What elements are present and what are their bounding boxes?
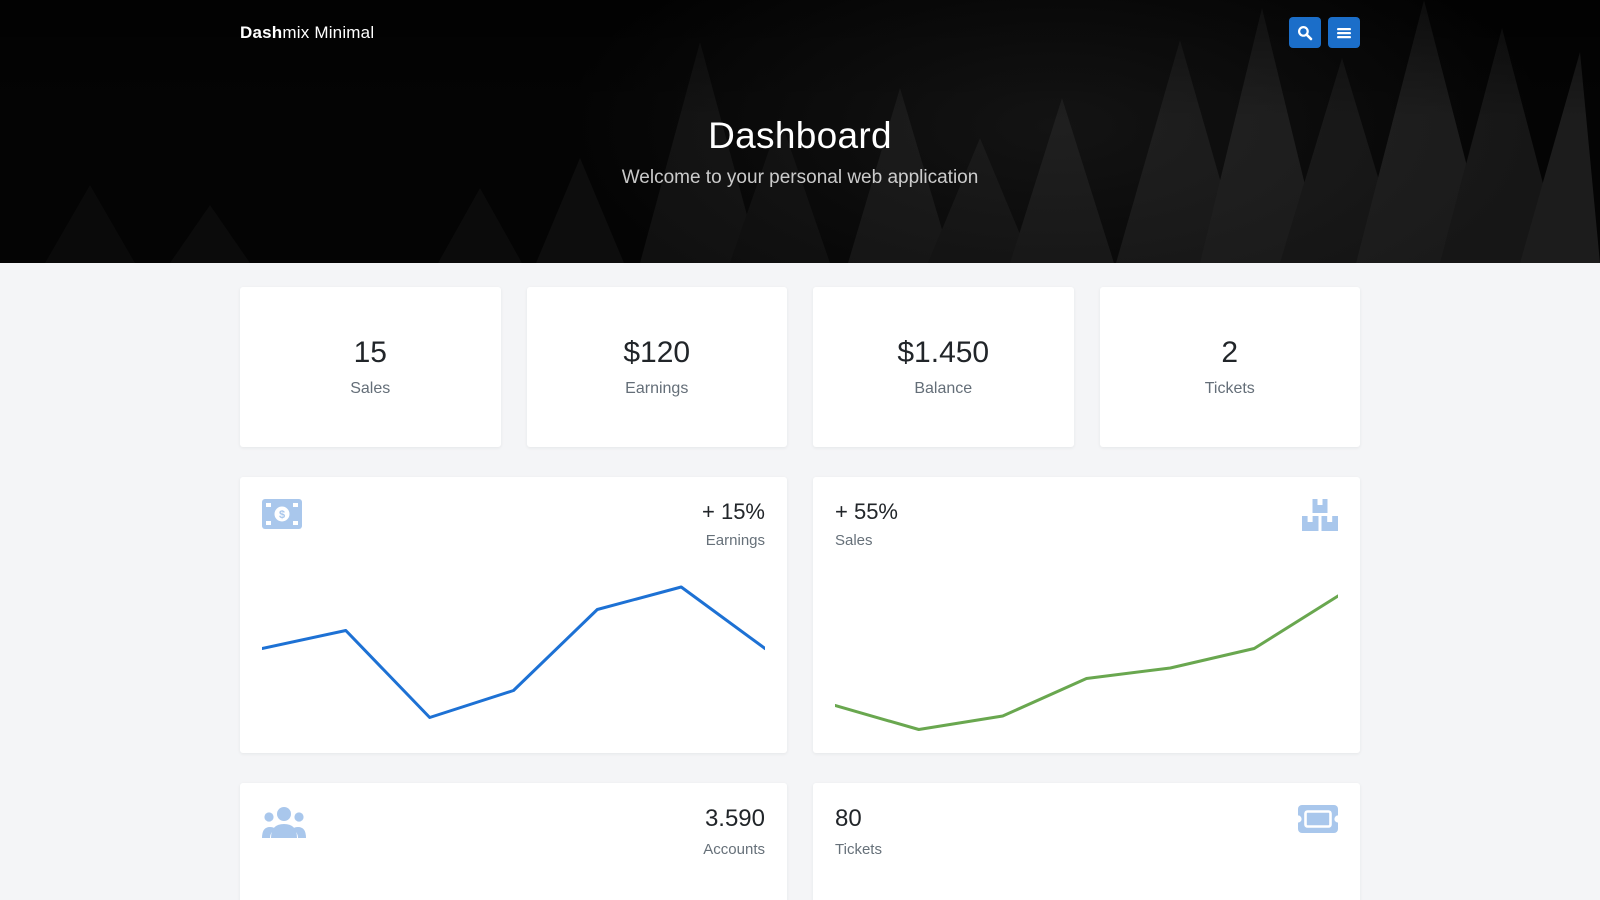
earnings-delta: + 15% (702, 499, 765, 525)
stat-card-earnings: $120 Earnings (527, 287, 788, 447)
money-bill-icon: $ (262, 499, 302, 529)
hero-header: Dashmix Minimal (0, 0, 1600, 263)
stat-value: $1.450 (897, 336, 989, 370)
stat-value: 2 (1221, 336, 1238, 370)
users-icon (262, 805, 306, 838)
charts-row: $ + 15% Earnings + 55% Sales (240, 477, 1360, 753)
boxes-icon (1302, 499, 1338, 531)
stat-label: Earnings (625, 380, 688, 398)
stat-value: $120 (623, 336, 690, 370)
topbar-actions (1289, 17, 1360, 48)
top-navbar: Dashmix Minimal (240, 0, 1360, 48)
search-button[interactable] (1289, 17, 1321, 48)
stats-row: 15 Sales $120 Earnings $1.450 Balance 2 … (240, 287, 1360, 447)
sales-delta-label: Sales (835, 532, 898, 549)
sales-chart-card: + 55% Sales (813, 477, 1360, 753)
earnings-line-chart (262, 581, 765, 731)
svg-text:$: $ (279, 509, 285, 521)
stat-card-tickets: 2 Tickets (1100, 287, 1361, 447)
sales-line-chart (835, 581, 1338, 731)
page-title: Dashboard (240, 115, 1360, 157)
stat-label: Balance (914, 380, 972, 398)
menu-button[interactable] (1328, 17, 1360, 48)
summary-row: 3.590 Accounts 80 Tickets (240, 783, 1360, 900)
tickets-value: 80 (835, 805, 882, 833)
stat-card-balance: $1.450 Balance (813, 287, 1074, 447)
earnings-delta-label: Earnings (702, 532, 765, 549)
brand-name-bold: Dash (240, 23, 282, 42)
ticket-icon (1298, 805, 1338, 833)
stat-label: Tickets (1205, 380, 1255, 398)
tickets-label: Tickets (835, 841, 882, 858)
tickets-summary-card: 80 Tickets (813, 783, 1360, 900)
earnings-chart-card: $ + 15% Earnings (240, 477, 787, 753)
search-icon (1297, 25, 1313, 41)
accounts-summary-card: 3.590 Accounts (240, 783, 787, 900)
page-subtitle: Welcome to your personal web application (240, 167, 1360, 189)
menu-icon (1336, 25, 1352, 41)
accounts-label: Accounts (703, 841, 765, 858)
stat-card-sales: 15 Sales (240, 287, 501, 447)
brand-name-rest: mix Minimal (282, 23, 374, 42)
accounts-value: 3.590 (703, 805, 765, 833)
brand-logo[interactable]: Dashmix Minimal (240, 23, 374, 43)
stat-label: Sales (350, 380, 390, 398)
stat-value: 15 (354, 336, 387, 370)
sales-delta: + 55% (835, 499, 898, 525)
main-content: 15 Sales $120 Earnings $1.450 Balance 2 … (240, 263, 1360, 900)
